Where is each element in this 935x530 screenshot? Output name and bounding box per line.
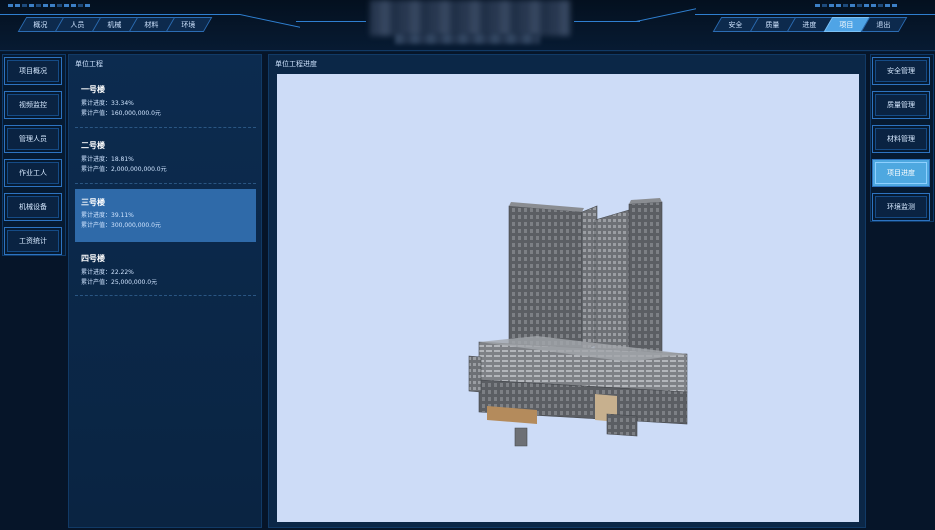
- unit-item-building-3[interactable]: 三号楼 累计进度：39.11% 累计产值：300,000,000.0元: [75, 189, 256, 242]
- header-line-right-inner: [574, 21, 640, 22]
- unit-name: 四号楼: [81, 254, 105, 263]
- tab-exit[interactable]: 退出: [860, 17, 908, 32]
- header-dots-left: [8, 4, 90, 7]
- model-viewport[interactable]: [277, 74, 859, 522]
- menu-quality-management[interactable]: 质量管理: [872, 91, 930, 119]
- unit-output: 累计产值：160,000,000.0元: [81, 110, 161, 117]
- menu-project-progress[interactable]: 项目进度: [872, 159, 930, 187]
- top-header: 概况 人员 机械 材料 环境 安全 质量 进度 项目 退出: [0, 0, 935, 52]
- unit-progress-panel: 单位工程进度: [268, 54, 866, 528]
- unit-project-panel: 单位工程 一号楼 累计进度：33.34% 累计产值：160,000,000.0元…: [68, 54, 262, 528]
- unit-output: 累计产值：25,000,000.0元: [81, 279, 158, 286]
- viewer-panel-title: 单位工程进度: [275, 60, 317, 68]
- unit-name: 三号楼: [81, 198, 105, 207]
- header-line-left-bend: [240, 14, 300, 28]
- blurred-app-title: [370, 0, 570, 36]
- header-tabs-left: 概况 人员 机械 材料 环境: [17, 17, 213, 32]
- blurred-app-subtitle: [395, 34, 540, 44]
- header-tabs-right: 安全 质量 进度 项目 退出: [712, 17, 908, 32]
- header-line-right: [695, 14, 935, 15]
- unit-progress: 累计进度：33.34%: [81, 100, 134, 107]
- unit-divider: [75, 183, 256, 184]
- header-dots-right: [815, 4, 897, 7]
- unit-progress: 累计进度：22.22%: [81, 269, 134, 276]
- menu-video-monitoring[interactable]: 视频监控: [4, 91, 62, 119]
- unit-progress: 累计进度：18.81%: [81, 156, 134, 163]
- unit-divider: [75, 127, 256, 128]
- header-line-left-inner: [296, 21, 366, 22]
- menu-safety-management[interactable]: 安全管理: [872, 57, 930, 85]
- unit-panel-title: 单位工程: [75, 60, 103, 68]
- menu-environment-monitoring[interactable]: 环境监测: [872, 193, 930, 221]
- left-side-menu: 项目概况 视频监控 管理人员 作业工人 机械设备 工资统计: [2, 54, 66, 256]
- header-line-right-bend: [636, 8, 696, 22]
- header-bottom-line: [0, 50, 935, 51]
- menu-wage-statistics[interactable]: 工资统计: [4, 227, 62, 255]
- unit-progress: 累计进度：39.11%: [81, 212, 134, 219]
- menu-project-overview[interactable]: 项目概况: [4, 57, 62, 85]
- header-line-left: [0, 14, 240, 15]
- building-3d-model[interactable]: [277, 74, 859, 522]
- right-side-menu: 安全管理 质量管理 材料管理 项目进度 环境监测: [870, 54, 934, 222]
- unit-name: 二号楼: [81, 141, 105, 150]
- unit-output: 累计产值：2,000,000,000.0元: [81, 166, 167, 173]
- unit-divider: [75, 295, 256, 296]
- menu-material-management[interactable]: 材料管理: [872, 125, 930, 153]
- unit-name: 一号楼: [81, 85, 105, 94]
- menu-managers[interactable]: 管理人员: [4, 125, 62, 153]
- menu-machinery-equipment[interactable]: 机械设备: [4, 193, 62, 221]
- unit-output: 累计产值：300,000,000.0元: [81, 222, 161, 229]
- menu-workers[interactable]: 作业工人: [4, 159, 62, 187]
- tab-environment[interactable]: 环境: [165, 17, 213, 32]
